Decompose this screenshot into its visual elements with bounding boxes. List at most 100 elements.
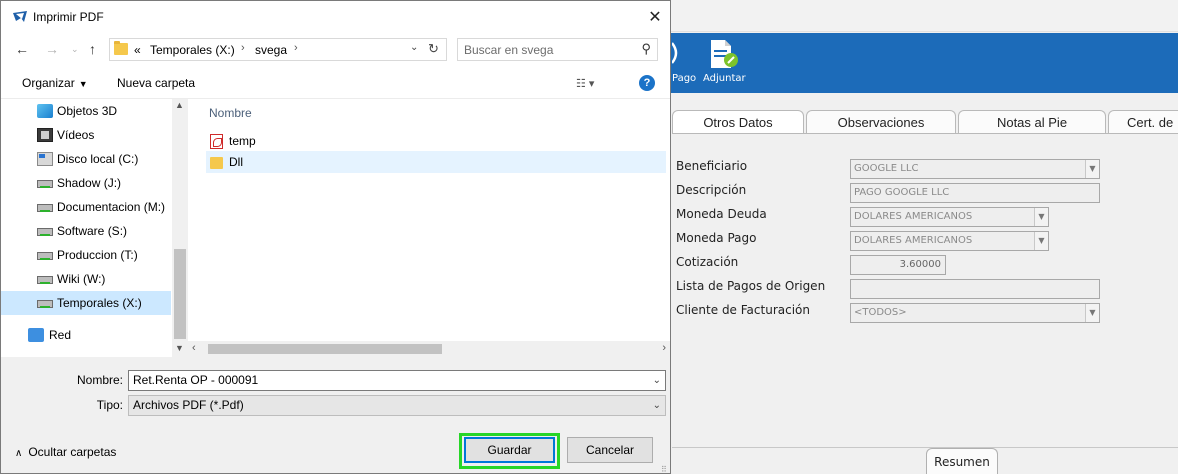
scrollbar-thumb[interactable] (208, 344, 442, 354)
moneda-pago-value: DOLARES AMERICANOS (854, 235, 973, 246)
refresh-icon[interactable]: ↻ (428, 41, 439, 57)
pago-label: Pago (672, 73, 697, 84)
chevron-down-icon[interactable]: ⌄ (410, 42, 418, 53)
nav-item-label: Wiki (W:) (57, 272, 106, 286)
recent-locations-chevron-icon[interactable]: ⌄ (71, 44, 79, 55)
search-input[interactable] (464, 42, 632, 57)
3d-objects-icon (37, 104, 53, 118)
nav-item-shadow[interactable]: Shadow (J:) (1, 171, 171, 195)
file-type-label: Tipo: (96, 398, 123, 412)
organize-menu[interactable]: Organizar ▼ (22, 76, 88, 90)
back-arrow-icon[interactable]: ← (15, 41, 29, 57)
tab-cert[interactable]: Cert. de (1108, 110, 1178, 134)
file-name-label: Nombre: (76, 373, 123, 387)
local-disk-icon (37, 152, 53, 166)
scroll-up-icon[interactable]: ▲ (175, 100, 184, 110)
nav-item-produccion[interactable]: Produccion (T:) (1, 243, 171, 267)
tab-otros-datos[interactable]: Otros Datos (672, 110, 804, 134)
view-options-icon[interactable]: ☷ ▾ (576, 77, 594, 90)
up-arrow-icon[interactable]: ↑ (89, 41, 96, 57)
scroll-right-icon[interactable]: › (662, 342, 666, 354)
cotizacion-label: Cotización (676, 255, 739, 269)
chevron-down-icon[interactable]: ▼ (1085, 160, 1099, 178)
adjuntar-label: Adjuntar (703, 73, 746, 84)
file-type-select[interactable]: Archivos PDF (*.Pdf) ⌄ (128, 395, 666, 416)
nav-item-disco-local[interactable]: Disco local (C:) (1, 147, 171, 171)
folder-icon (210, 157, 223, 169)
moneda-deuda-field[interactable]: DOLARES AMERICANOS ▼ (850, 207, 1049, 227)
command-bar: Organizar ▼ Nueva carpeta ☷ ▾ ? (1, 67, 670, 99)
scroll-left-icon[interactable]: ‹ (192, 342, 196, 354)
breadcrumb-temporales[interactable]: Temporales (X:) (150, 43, 235, 57)
address-bar[interactable]: « Temporales (X:) › svega › ⌄ ↻ (109, 38, 447, 61)
nav-item-temporales[interactable]: Temporales (X:) (1, 291, 171, 315)
new-folder-button[interactable]: Nueva carpeta (117, 76, 195, 90)
adjuntar-button[interactable]: Adjuntar (703, 33, 753, 93)
pago-icon (672, 42, 678, 64)
network-drive-icon (37, 180, 53, 188)
moneda-deuda-label: Moneda Deuda (676, 207, 767, 221)
help-icon[interactable]: ? (639, 75, 655, 91)
close-button[interactable]: ✕ (641, 5, 669, 31)
beneficiario-label: Beneficiario (676, 159, 748, 173)
nav-item-label: Objetos 3D (57, 104, 118, 118)
nav-item-videos[interactable]: Vídeos (1, 123, 171, 147)
tab-divider (672, 133, 1178, 134)
file-name: Dll (229, 155, 243, 169)
cliente-facturacion-field[interactable]: <TODOS> ▼ (850, 303, 1100, 323)
chevron-down-icon[interactable]: ▼ (1034, 208, 1048, 226)
tab-resumen[interactable]: Resumen (926, 448, 998, 474)
print-pdf-dialog: Imprimir PDF ✕ ← → ⌄ ↑ « Temporales (X:)… (0, 0, 671, 474)
resize-grip-icon[interactable]: ⠿ (661, 465, 667, 474)
search-box[interactable]: ⚲ (457, 38, 658, 61)
dialog-titlebar: Imprimir PDF ✕ (1, 1, 670, 33)
save-button[interactable]: Guardar (464, 437, 555, 463)
cliente-facturacion-value: <TODOS> (854, 307, 907, 318)
nav-item-label: Red (49, 328, 72, 342)
list-item[interactable]: Dll (206, 151, 666, 173)
nav-item-objetos-3d[interactable]: Objetos 3D (1, 99, 171, 123)
horizontal-scrollbar[interactable]: ‹ › (188, 341, 670, 357)
moneda-pago-label: Moneda Pago (676, 231, 757, 245)
nav-item-label: Temporales (X:) (57, 296, 142, 310)
scrollbar-thumb[interactable] (174, 249, 186, 339)
file-name-value: Ret.Renta OP - 000091 (133, 373, 259, 387)
nav-item-documentacion[interactable]: Documentacion (M:) (1, 195, 171, 219)
nav-item-wiki[interactable]: Wiki (W:) (1, 267, 171, 291)
moneda-deuda-value: DOLARES AMERICANOS (854, 211, 973, 222)
chevron-down-icon[interactable]: ▼ (1034, 232, 1048, 250)
network-drive-icon (37, 228, 53, 236)
search-icon[interactable]: ⚲ (641, 41, 651, 57)
hide-folders-button[interactable]: ∧ Ocultar carpetas (15, 445, 116, 459)
pago-button[interactable]: Pago (672, 33, 700, 93)
nav-item-label: Vídeos (57, 128, 95, 142)
forward-arrow-icon[interactable]: → (45, 41, 59, 57)
nav-item-label: Software (S:) (57, 224, 128, 238)
breadcrumb-svega[interactable]: svega (255, 43, 287, 57)
moneda-pago-field[interactable]: DOLARES AMERICANOS ▼ (850, 231, 1049, 251)
nav-item-label: Shadow (J:) (57, 176, 122, 190)
cancel-button[interactable]: Cancelar (567, 437, 653, 463)
cotizacion-field[interactable]: 3.60000 (850, 255, 946, 275)
chevron-right-icon[interactable]: › (241, 42, 245, 54)
list-item[interactable]: temp (206, 130, 506, 152)
chevron-right-icon[interactable]: › (294, 42, 298, 54)
chevron-down-icon[interactable]: ▼ (1085, 304, 1099, 322)
column-header-nombre[interactable]: Nombre (209, 106, 252, 120)
breadcrumb-overflow[interactable]: « (134, 43, 141, 57)
chevron-down-icon[interactable]: ⌄ (653, 396, 661, 415)
hide-folders-label: Ocultar carpetas (28, 445, 117, 459)
descripcion-field[interactable]: PAGO GOOGLE LLC (850, 183, 1100, 203)
tab-notas-al-pie[interactable]: Notas al Pie (958, 110, 1106, 134)
lista-pagos-field[interactable] (850, 279, 1100, 299)
nav-item-software[interactable]: Software (S:) (1, 219, 171, 243)
file-name-field[interactable]: Ret.Renta OP - 000091 ⌄ (128, 370, 666, 391)
navigation-bar: ← → ⌄ ↑ « Temporales (X:) › svega › ⌄ ↻ … (1, 33, 670, 67)
nav-pane-scrollbar[interactable]: ▲ ▼ (172, 99, 188, 357)
nav-item-red[interactable]: Red (1, 323, 171, 347)
beneficiario-field[interactable]: GOOGLE LLC ▼ (850, 159, 1100, 179)
scroll-down-icon[interactable]: ▼ (175, 343, 184, 353)
cliente-facturacion-label: Cliente de Facturación (676, 303, 810, 317)
chevron-down-icon[interactable]: ⌄ (653, 371, 661, 390)
tab-observaciones[interactable]: Observaciones (806, 110, 956, 134)
